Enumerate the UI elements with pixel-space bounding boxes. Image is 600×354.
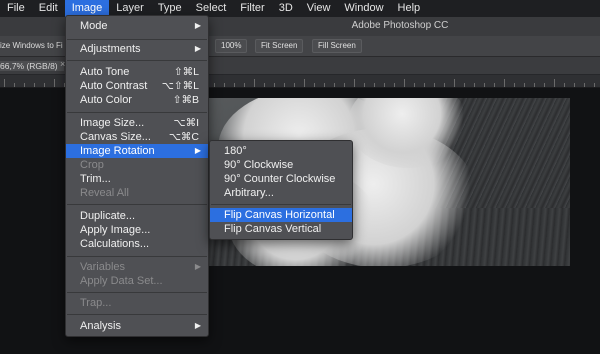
menu-item-duplicate[interactable]: Duplicate... bbox=[66, 209, 208, 223]
ruler-tick bbox=[344, 83, 345, 87]
document-tab[interactable]: 66,7% (RGB/8) bbox=[0, 61, 64, 71]
shortcut: ⇧⌘B bbox=[172, 94, 199, 106]
ruler-tick bbox=[254, 79, 255, 87]
submenu-arrow-icon: ▶ bbox=[194, 44, 201, 53]
menu-item-apply-image[interactable]: Apply Image... bbox=[66, 223, 208, 237]
menu-item-auto-color[interactable]: Auto Color ⇧⌘B bbox=[66, 93, 208, 107]
menu-filter[interactable]: Filter bbox=[233, 0, 271, 17]
menu-item-rotate-180[interactable]: 180° bbox=[210, 144, 352, 158]
ruler-tick bbox=[284, 83, 285, 87]
ruler-tick bbox=[314, 83, 315, 87]
menu-item-rotate-arbitrary[interactable]: Arbitrary... bbox=[210, 186, 352, 200]
ruler-tick bbox=[264, 83, 265, 87]
ruler-tick bbox=[514, 83, 515, 87]
ruler-tick bbox=[354, 79, 355, 87]
menu-item-auto-tone[interactable]: Auto Tone ⇧⌘L bbox=[66, 65, 208, 79]
image-rotation-submenu: 180° 90° Clockwise 90° Counter Clockwise… bbox=[209, 140, 353, 240]
shortcut: ⌥⌘I bbox=[173, 117, 199, 129]
menu-item-image-size[interactable]: Image Size... ⌥⌘I bbox=[66, 116, 208, 130]
ruler-tick bbox=[334, 83, 335, 87]
menu-help[interactable]: Help bbox=[391, 0, 428, 17]
menu-item-adjustments[interactable]: Adjustments ▶ bbox=[66, 42, 208, 56]
ruler-tick bbox=[234, 83, 235, 87]
ruler-tick bbox=[554, 79, 555, 87]
ruler-tick bbox=[294, 83, 295, 87]
submenu-arrow-icon: ▶ bbox=[194, 321, 201, 330]
ruler-tick bbox=[494, 83, 495, 87]
ruler-tick bbox=[424, 83, 425, 87]
ruler-tick bbox=[464, 83, 465, 87]
ruler-tick bbox=[4, 79, 5, 87]
ruler-tick bbox=[454, 79, 455, 87]
ruler-tick bbox=[224, 83, 225, 87]
resize-windows-checkbox-label[interactable]: ize Windows to Fi bbox=[0, 41, 63, 50]
app-title: Adobe Photoshop CC bbox=[351, 20, 449, 31]
image-menu: Mode ▶ Adjustments ▶ Auto Tone ⇧⌘L Auto Con… bbox=[65, 15, 209, 337]
ruler-tick bbox=[484, 83, 485, 87]
menu-view[interactable]: View bbox=[300, 0, 338, 17]
ruler-tick bbox=[214, 83, 215, 87]
ruler-tick bbox=[394, 83, 395, 87]
submenu-arrow-icon: ▶ bbox=[194, 146, 201, 155]
fit-screen-button[interactable]: Fit Screen bbox=[255, 39, 304, 53]
menu-item-apply-data-set: Apply Data Set... bbox=[80, 275, 163, 287]
ruler-tick bbox=[304, 79, 305, 87]
ruler-tick bbox=[324, 83, 325, 87]
menu-edit[interactable]: Edit bbox=[32, 0, 65, 17]
ruler-tick bbox=[244, 83, 245, 87]
ruler-tick bbox=[584, 83, 585, 87]
menu-item-calculations[interactable]: Calculations... bbox=[66, 237, 208, 251]
ruler-tick bbox=[434, 83, 435, 87]
shortcut: ⇧⌘L bbox=[173, 66, 199, 78]
ruler-tick bbox=[34, 83, 35, 87]
menu-file[interactable]: File bbox=[0, 0, 32, 17]
menu-item-canvas-size[interactable]: Canvas Size... ⌥⌘C bbox=[66, 130, 208, 144]
menu-item-variables: Variables ▶ bbox=[80, 261, 201, 273]
menu-item-image-rotation[interactable]: Image Rotation ▶ bbox=[66, 144, 208, 158]
menu-item-trap: Trap... bbox=[80, 297, 112, 309]
menu-item-crop: Crop bbox=[80, 159, 104, 171]
shortcut: ⌥⇧⌘L bbox=[161, 80, 199, 92]
fill-screen-button[interactable]: Fill Screen bbox=[312, 39, 362, 53]
ruler-tick bbox=[274, 83, 275, 87]
menu-item-flip-canvas-vertical[interactable]: Flip Canvas Vertical bbox=[210, 222, 352, 236]
ruler-tick bbox=[444, 83, 445, 87]
shortcut: ⌥⌘C bbox=[168, 131, 199, 143]
menu-3d[interactable]: 3D bbox=[272, 0, 300, 17]
ruler-tick bbox=[374, 83, 375, 87]
menu-item-rotate-90-cw[interactable]: 90° Clockwise bbox=[210, 158, 352, 172]
ruler-tick bbox=[14, 83, 15, 87]
ruler-tick bbox=[404, 79, 405, 87]
ruler-tick bbox=[534, 83, 535, 87]
ruler-tick bbox=[414, 83, 415, 87]
submenu-arrow-icon: ▶ bbox=[194, 21, 201, 30]
submenu-arrow-icon: ▶ bbox=[194, 262, 201, 271]
ruler-tick bbox=[574, 83, 575, 87]
menu-item-analysis[interactable]: Analysis ▶ bbox=[66, 319, 208, 333]
ruler-tick bbox=[524, 83, 525, 87]
ruler-tick bbox=[564, 83, 565, 87]
ruler-tick bbox=[544, 83, 545, 87]
menu-item-trim[interactable]: Trim... bbox=[66, 172, 208, 186]
ruler-tick bbox=[364, 83, 365, 87]
ruler-tick bbox=[594, 83, 595, 87]
ruler-tick bbox=[44, 83, 45, 87]
menu-item-auto-contrast[interactable]: Auto Contrast ⌥⇧⌘L bbox=[66, 79, 208, 93]
menu-item-flip-canvas-horizontal[interactable]: Flip Canvas Horizontal bbox=[210, 208, 352, 222]
ruler-tick bbox=[24, 83, 25, 87]
ruler-tick bbox=[474, 83, 475, 87]
ruler-tick bbox=[54, 79, 55, 87]
menu-item-reveal-all: Reveal All bbox=[80, 187, 129, 199]
ruler-tick bbox=[384, 83, 385, 87]
menu-window[interactable]: Window bbox=[337, 0, 390, 17]
menu-item-rotate-90-ccw[interactable]: 90° Counter Clockwise bbox=[210, 172, 352, 186]
ruler-tick bbox=[504, 79, 505, 87]
menu-item-mode[interactable]: Mode ▶ bbox=[66, 19, 208, 33]
zoom-100-button[interactable]: 100% bbox=[215, 39, 248, 53]
